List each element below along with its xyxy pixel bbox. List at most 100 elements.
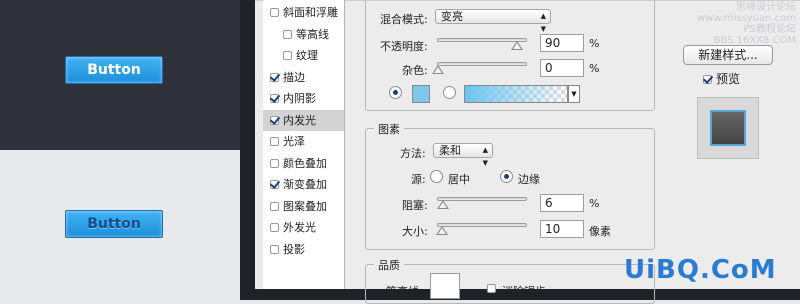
elements-section: 图素 方法: 柔和 ▲ ▼ 源: 居中 边缘 阻塞: 6 % 大小: 10 像素 — [365, 121, 655, 250]
opacity-slider-thumb[interactable] — [511, 41, 524, 50]
light-sample-button: Button — [65, 210, 163, 238]
contour-picker[interactable] — [430, 273, 460, 299]
blend-mode-select[interactable]: 变亮 ▲ ▼ — [435, 9, 551, 33]
style-checkbox[interactable] — [270, 8, 279, 17]
style-item[interactable]: 内阴影 — [263, 88, 344, 109]
style-item-label: 渐变叠加 — [283, 178, 327, 191]
select-arrows-icon: ▲ ▼ — [482, 146, 488, 167]
quality-section: 品质 等高线: 消除锯齿 — [365, 257, 655, 304]
size-label: 大小: — [402, 225, 428, 238]
style-list: 斜面和浮雕等高线纹理描边内阴影内发光光泽颜色叠加渐变叠加图案叠加外发光投影 — [263, 0, 345, 289]
style-item[interactable]: 投影 — [263, 239, 344, 260]
style-checkbox[interactable] — [270, 94, 279, 103]
noise-slider-thumb[interactable] — [432, 65, 444, 74]
size-slider[interactable] — [435, 223, 527, 235]
style-item[interactable]: 纹理 — [263, 45, 344, 66]
style-item-label: 描边 — [283, 70, 305, 84]
style-item[interactable]: 渐变叠加 — [263, 174, 344, 195]
watermark-line: 思缘设计论坛 — [736, 2, 796, 13]
quality-legend: 品质 — [374, 257, 404, 273]
antialias-label: 消除锯齿 — [502, 285, 546, 298]
new-style-button[interactable]: 新建样式... — [683, 45, 773, 65]
watermark-top: 思缘设计论坛 www.missyuan.com PS教程论坛 BBS.16XX8… — [697, 2, 796, 46]
preview-toggle[interactable]: 预览 — [703, 70, 740, 87]
opacity-input[interactable]: 90 — [540, 34, 584, 52]
style-checkbox[interactable] — [270, 244, 279, 254]
blend-section: 混合模式: 变亮 ▲ ▼ 不透明度: 90 % 杂色: 0 % ▼ — [365, 0, 655, 111]
source-center-radio[interactable] — [430, 170, 443, 183]
glow-color-swatch[interactable] — [412, 85, 430, 103]
elements-legend: 图素 — [374, 121, 404, 137]
style-checkbox[interactable] — [270, 115, 279, 125]
style-item[interactable]: 图案叠加 — [263, 196, 344, 217]
style-checkbox[interactable] — [270, 223, 279, 232]
noise-input[interactable]: 0 — [540, 59, 584, 77]
choke-input[interactable]: 6 — [540, 194, 584, 212]
style-item-label: 内发光 — [283, 113, 316, 127]
dark-sample-button: Button — [65, 56, 163, 84]
opacity-slider[interactable] — [437, 38, 527, 50]
blend-mode-value: 变亮 — [441, 10, 463, 23]
choke-slider-thumb[interactable] — [437, 200, 450, 209]
size-input[interactable]: 10 — [540, 220, 584, 238]
source-edge-label: 边缘 — [518, 173, 540, 186]
style-item[interactable]: 光泽 — [263, 131, 344, 152]
gradient-dropdown-icon[interactable]: ▼ — [568, 85, 580, 103]
style-item-label: 纹理 — [296, 49, 318, 62]
style-item[interactable]: 描边 — [263, 67, 344, 88]
style-preview-inner — [710, 110, 746, 146]
style-item-label: 外发光 — [283, 221, 316, 234]
solid-color-radio[interactable] — [389, 86, 402, 99]
style-item-label: 图案叠加 — [283, 199, 327, 213]
source-center-label: 居中 — [448, 173, 470, 186]
style-checkbox[interactable] — [283, 51, 292, 60]
preview-label: 预览 — [716, 72, 741, 86]
noise-label: 杂色: — [402, 64, 428, 77]
choke-slider[interactable] — [437, 197, 527, 209]
select-arrows-icon: ▲ ▼ — [540, 12, 546, 33]
style-checkbox[interactable] — [270, 72, 279, 82]
style-checkbox[interactable] — [270, 180, 279, 189]
contour-label: 等高线: — [386, 285, 423, 298]
opacity-label: 不透明度: — [380, 40, 428, 53]
style-item-label: 内阴影 — [283, 92, 316, 105]
method-value: 柔和 — [439, 144, 461, 157]
method-label: 方法: — [400, 147, 426, 160]
light-preview-panel: Button — [0, 150, 240, 300]
watermark-line: BBS.16XX8.COM — [713, 35, 796, 46]
antialias-checkbox[interactable] — [487, 284, 496, 293]
style-item[interactable]: 等高线 — [263, 24, 344, 45]
gradient-radio[interactable] — [443, 86, 456, 99]
opacity-unit: % — [589, 37, 600, 50]
watermark-bottom: UiBQ.CoM — [624, 255, 777, 285]
size-slider-thumb[interactable] — [435, 226, 448, 235]
style-item[interactable]: 斜面和浮雕 — [263, 2, 344, 23]
source-edge-radio[interactable] — [500, 170, 513, 183]
style-item[interactable]: 内发光 — [263, 109, 344, 131]
style-item-label: 投影 — [283, 242, 305, 256]
style-item-label: 颜色叠加 — [283, 156, 327, 170]
style-item[interactable]: 外发光 — [263, 217, 344, 238]
style-item-label: 光泽 — [283, 135, 305, 148]
choke-label: 阻塞: — [402, 199, 428, 212]
noise-unit: % — [589, 62, 600, 75]
preview-checkbox[interactable] — [703, 75, 712, 84]
source-label: 源: — [411, 173, 426, 186]
gradient-picker[interactable] — [464, 85, 568, 103]
method-select[interactable]: 柔和 ▲ ▼ — [433, 143, 493, 167]
style-checkbox[interactable] — [270, 137, 279, 146]
style-item-label: 斜面和浮雕 — [283, 6, 338, 19]
style-item-label: 等高线 — [296, 27, 329, 41]
style-item[interactable]: 颜色叠加 — [263, 153, 344, 174]
style-checkbox[interactable] — [270, 201, 279, 211]
size-unit: 像素 — [589, 225, 611, 238]
noise-slider[interactable] — [432, 62, 527, 74]
style-checkbox[interactable] — [283, 29, 292, 39]
choke-unit: % — [589, 197, 600, 210]
watermark-line: PS教程论坛 — [743, 24, 796, 35]
dark-preview-panel: Button — [0, 0, 240, 150]
style-preview-thumbnail — [697, 97, 759, 159]
inner-glow-panel: 混合模式: 变亮 ▲ ▼ 不透明度: 90 % 杂色: 0 % ▼ 图素 方法: … — [365, 0, 663, 304]
style-checkbox[interactable] — [270, 158, 279, 168]
blend-mode-label: 混合模式: — [380, 13, 428, 26]
